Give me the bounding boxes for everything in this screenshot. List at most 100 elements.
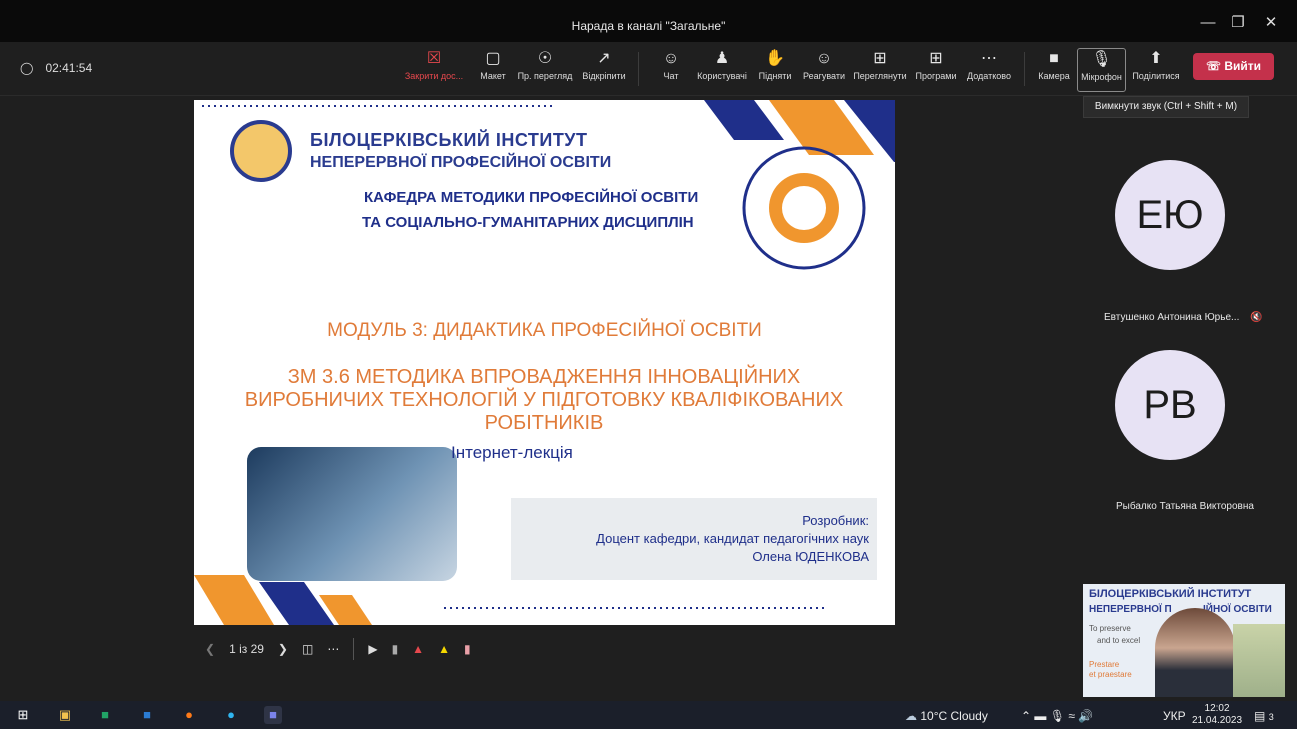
- institute-name-line1: БІЛОЦЕРКІВСЬКИЙ ІНСТИТУТ: [310, 130, 588, 150]
- grid-view-icon[interactable]: ◫: [302, 642, 313, 656]
- self-view-motto2: and to excel: [1097, 636, 1141, 645]
- institute-logo: [230, 120, 292, 182]
- camera-icon: ■: [1049, 50, 1059, 67]
- stop-share-icon: ☒: [426, 50, 442, 67]
- eraser-icon[interactable]: ▮: [464, 642, 471, 656]
- minimize-icon[interactable]: —: [1199, 14, 1217, 32]
- teams-icon[interactable]: ■: [264, 706, 282, 724]
- department-line2: ТА СОЦІАЛЬНО-ГУМАНІТАРНИХ ДИСЦИПЛІН: [362, 214, 694, 231]
- popout-button[interactable]: ↗ Відкріпити: [580, 48, 628, 92]
- author-box: Розробник: Доцент кафедри, кандидат педа…: [511, 498, 877, 580]
- chat-button[interactable]: ☺ Чат: [656, 48, 686, 92]
- meeting-timer: ◯ 02:41:54: [20, 61, 92, 75]
- hand-icon: ✋: [765, 50, 785, 67]
- microphone-button[interactable]: 🎙 Мікрофон: [1077, 48, 1126, 92]
- layout-icon: ▢: [485, 50, 501, 67]
- notification-icon: ▤: [1254, 709, 1266, 723]
- more-button[interactable]: ⋯ Додатково: [964, 48, 1014, 92]
- people-button[interactable]: ♟ Користувачі: [694, 48, 750, 92]
- elapsed-time: 02:41:54: [45, 61, 93, 75]
- toolbar-divider: [1024, 52, 1025, 86]
- next-slide-icon[interactable]: ❯: [278, 642, 288, 656]
- participant-name: Рыбалко Татьяна Викторовна: [1116, 501, 1254, 512]
- muted-mic-icon: 🔇: [1250, 312, 1263, 323]
- shared-slide: БІЛОЦЕРКІВСЬКИЙ ІНСТИТУТ НЕПЕРЕРВНОЇ ПРО…: [194, 100, 895, 625]
- pen-red-icon[interactable]: ▲: [412, 642, 424, 656]
- prev-slide-icon[interactable]: ❮: [205, 642, 215, 656]
- department-line1: КАФЕДРА МЕТОДИКИ ПРОФЕСІЙНОЇ ОСВІТИ: [364, 189, 699, 206]
- author-label: Розробник:: [802, 513, 869, 528]
- wifi-icon: ≈: [1068, 709, 1075, 723]
- topic-title: ЗМ 3.6 МЕТОДИКА ВПРОВАДЖЕННЯ ІННОВАЦІЙНИ…: [244, 366, 844, 434]
- system-tray-icons[interactable]: ⌃ ▬ 🎙 ≈ 🔊: [1021, 709, 1093, 723]
- volume-icon: 🔊: [1078, 709, 1094, 723]
- react-button[interactable]: ☺ Реагувати: [801, 48, 847, 92]
- technology-photo: [247, 447, 457, 581]
- module-title: МОДУЛЬ 3: ДИДАКТИКА ПРОФЕСІЙНОЇ ОСВІТИ: [327, 320, 762, 341]
- stop-sharing-button[interactable]: ☒ Закрити дос...: [404, 48, 464, 92]
- avatar[interactable]: ЕЮ: [1115, 160, 1225, 270]
- popout-icon: ↗: [597, 50, 611, 67]
- presenter-controls: ❮ 1 із 29 ❯ ◫ ⋯ ▶ ▮ ▲ ▲ ▮: [205, 635, 485, 663]
- notification-center[interactable]: ▤ 3: [1254, 709, 1274, 723]
- raise-hand-button[interactable]: ✋ Підняти: [755, 48, 795, 92]
- edge-icon[interactable]: ●: [222, 706, 240, 724]
- apps-button[interactable]: ⊞ Програми: [912, 48, 960, 92]
- self-view-banner-line1: БІЛОЦЕРКІВСЬКИЙ ІНСТИТУТ: [1089, 588, 1252, 600]
- windows-taskbar: ⊞ ▣ ■ ■ ● ● ■ ☁ 10°C Cloudy ⌃ ▬ 🎙 ≈ 🔊 УК…: [0, 701, 1297, 729]
- self-view-video[interactable]: БІЛОЦЕРКІВСЬКИЙ ІНСТИТУТ НЕПЕРЕРВНОЇ П І…: [1083, 584, 1285, 697]
- microphone-icon: 🎙: [1091, 51, 1112, 68]
- share-icon: ⬆: [1149, 50, 1163, 67]
- self-view-motto1: To preserve: [1089, 624, 1131, 633]
- pen-gray-icon[interactable]: ▮: [392, 642, 399, 656]
- battery-icon: ▬: [1034, 709, 1047, 723]
- layout-button[interactable]: ▢ Макет: [476, 48, 510, 92]
- phone-icon: ☏: [1205, 59, 1221, 73]
- self-view-banner-line2: НЕПЕРЕРВНОЇ П: [1089, 604, 1172, 615]
- more-options-icon[interactable]: ⋯: [327, 642, 339, 656]
- self-view-motto4: et praestare: [1089, 670, 1132, 679]
- word-icon[interactable]: ■: [138, 706, 156, 724]
- author-name: Олена ЮДЕНКОВА: [752, 549, 869, 564]
- grid-icon: ⊞: [873, 50, 887, 67]
- lecture-type: Інтернет-лекція: [451, 443, 573, 462]
- chevron-up-icon: ⌃: [1021, 709, 1032, 723]
- avatar[interactable]: РВ: [1115, 350, 1225, 460]
- language-indicator[interactable]: УКР: [1163, 709, 1186, 723]
- shield-icon: ◯: [20, 61, 34, 75]
- eye-icon: ☉: [537, 50, 553, 67]
- self-view-motto3: Prestare: [1089, 660, 1120, 669]
- more-icon: ⋯: [981, 50, 997, 67]
- leave-button[interactable]: ☏ Вийти: [1193, 53, 1274, 80]
- file-explorer-icon[interactable]: ▣: [56, 706, 74, 724]
- emoji-icon: ☺: [815, 50, 833, 67]
- view-button[interactable]: ⊞ Переглянути: [851, 48, 909, 92]
- clock[interactable]: 12:02 21.04.2023: [1192, 703, 1242, 727]
- title-bar: Нарада в каналі "Загальне" — ❐ ✕: [0, 0, 1297, 42]
- maximize-icon[interactable]: ❐: [1229, 14, 1247, 32]
- institute-name-line2: НЕПЕРЕРВНОЇ ПРОФЕСІЙНОЇ ОСВІТИ: [310, 154, 612, 171]
- plus-icon: ⊞: [929, 50, 943, 67]
- laser-pointer-icon[interactable]: ▶: [368, 642, 377, 656]
- author-position: Доцент кафедри, кандидат педагогічних на…: [596, 531, 869, 546]
- weather-widget[interactable]: ☁ 10°C Cloudy: [905, 709, 988, 723]
- chat-icon: ☺: [662, 50, 680, 67]
- background-map: [1233, 624, 1285, 697]
- cloud-icon: ☁: [905, 709, 917, 723]
- presenter-person: [1155, 608, 1235, 697]
- windows-start-icon[interactable]: ⊞: [14, 706, 32, 724]
- firefox-icon[interactable]: ●: [180, 706, 198, 724]
- highlighter-icon[interactable]: ▲: [438, 642, 450, 656]
- share-button[interactable]: ⬆ Поділитися: [1130, 48, 1182, 92]
- window-title: Нарада в каналі "Загальне": [571, 19, 726, 33]
- people-icon: ♟: [714, 50, 730, 67]
- excel-icon[interactable]: ■: [96, 706, 114, 724]
- close-icon[interactable]: ✕: [1262, 14, 1280, 32]
- controls-divider: [353, 638, 355, 660]
- mute-tooltip: Вимкнути звук (Ctrl + Shift + M): [1083, 96, 1249, 118]
- toolbar-divider: [638, 52, 639, 86]
- meeting-toolbar: ◯ 02:41:54 ☒ Закрити дос... ▢ Макет ☉ Пр…: [0, 42, 1297, 96]
- preview-button[interactable]: ☉ Пр. перегляд: [516, 48, 574, 92]
- camera-button[interactable]: ■ Камера: [1036, 48, 1072, 92]
- page-indicator: 1 із 29: [229, 642, 264, 656]
